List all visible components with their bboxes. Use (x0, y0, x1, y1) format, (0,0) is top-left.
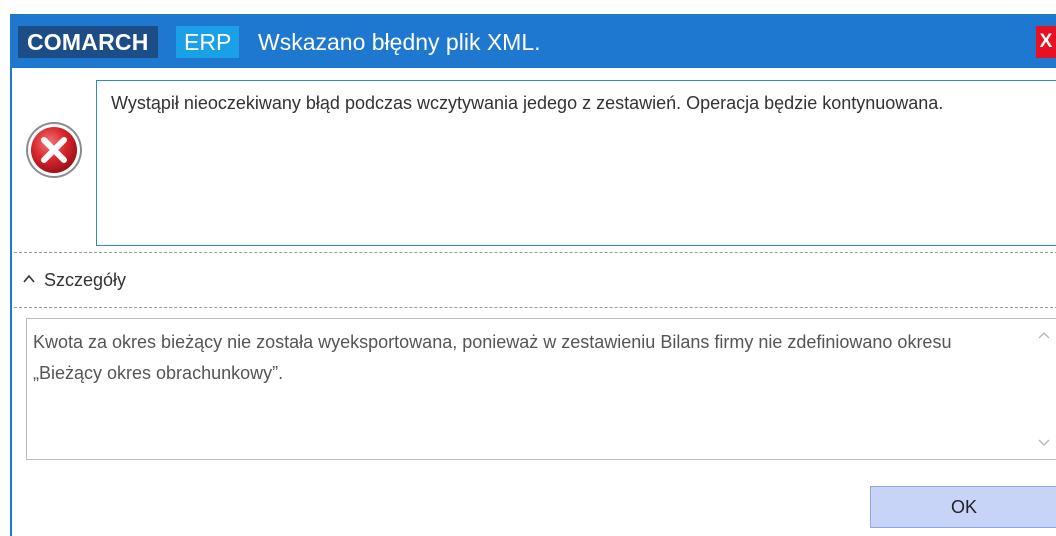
dialog-title: Wskazano błędny plik XML. (258, 29, 541, 55)
error-dialog: COMARCH ERP Wskazano błędny plik XML. X … (10, 14, 1056, 536)
brand-logo-comarch: COMARCH (18, 26, 158, 58)
screen: COMARCH ERP Wskazano błędny plik XML. X … (0, 0, 1056, 536)
scroll-down-icon[interactable] (1038, 439, 1050, 447)
chevron-up-icon (23, 274, 35, 283)
details-scrollbar[interactable] (1031, 319, 1056, 459)
close-button[interactable]: X (1036, 26, 1056, 58)
background-strip (0, 0, 1056, 14)
error-icon (26, 122, 82, 178)
brand-logo-erp: ERP (176, 26, 240, 58)
ok-button[interactable]: OK (870, 486, 1056, 528)
title-bar[interactable]: COMARCH ERP Wskazano błędny plik XML. X (12, 14, 1056, 68)
error-message-box: Wystąpił nieoczekiwany błąd podczas wczy… (96, 80, 1056, 246)
error-message-text: Wystąpił nieoczekiwany błąd podczas wczy… (111, 93, 944, 113)
details-text-area[interactable]: Kwota za okres bieżący nie została wyeks… (26, 318, 1056, 460)
details-label: Szczegóły (44, 270, 127, 290)
scroll-up-icon[interactable] (1038, 331, 1050, 339)
details-toggle[interactable]: Szczegóły (14, 252, 1056, 308)
details-text: Kwota za okres bieżący nie została wyeks… (33, 332, 952, 383)
